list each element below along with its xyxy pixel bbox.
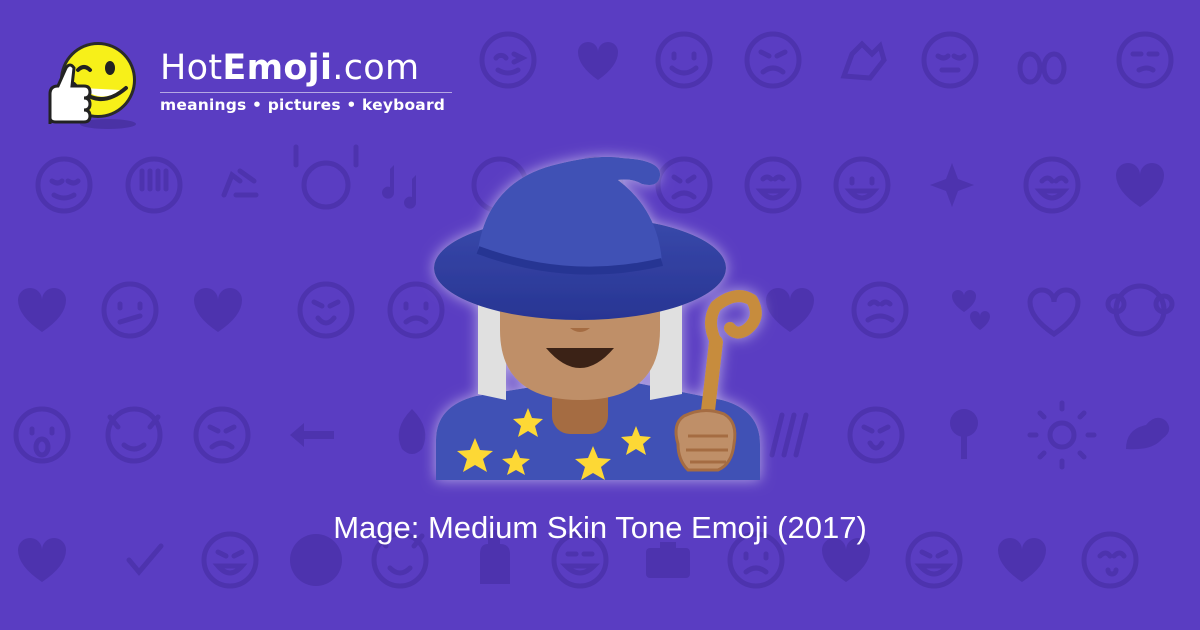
mage-medium-skin-tone-icon [434,156,762,480]
site-title-bold: Emoji [222,48,333,88]
site-title-divider [160,92,452,93]
emoji-caption: Mage: Medium Skin Tone Emoji (2017) [333,510,867,545]
pattern-row-1 [479,31,1174,89]
site-title-prefix: Hot [160,48,223,88]
site-title[interactable]: HotEmoji.com [160,46,419,90]
site-tagline: meanings • pictures • keyboard [160,96,446,114]
site-title-suffix: .com [332,48,420,88]
hotemoji-logo-icon[interactable] [38,34,148,134]
